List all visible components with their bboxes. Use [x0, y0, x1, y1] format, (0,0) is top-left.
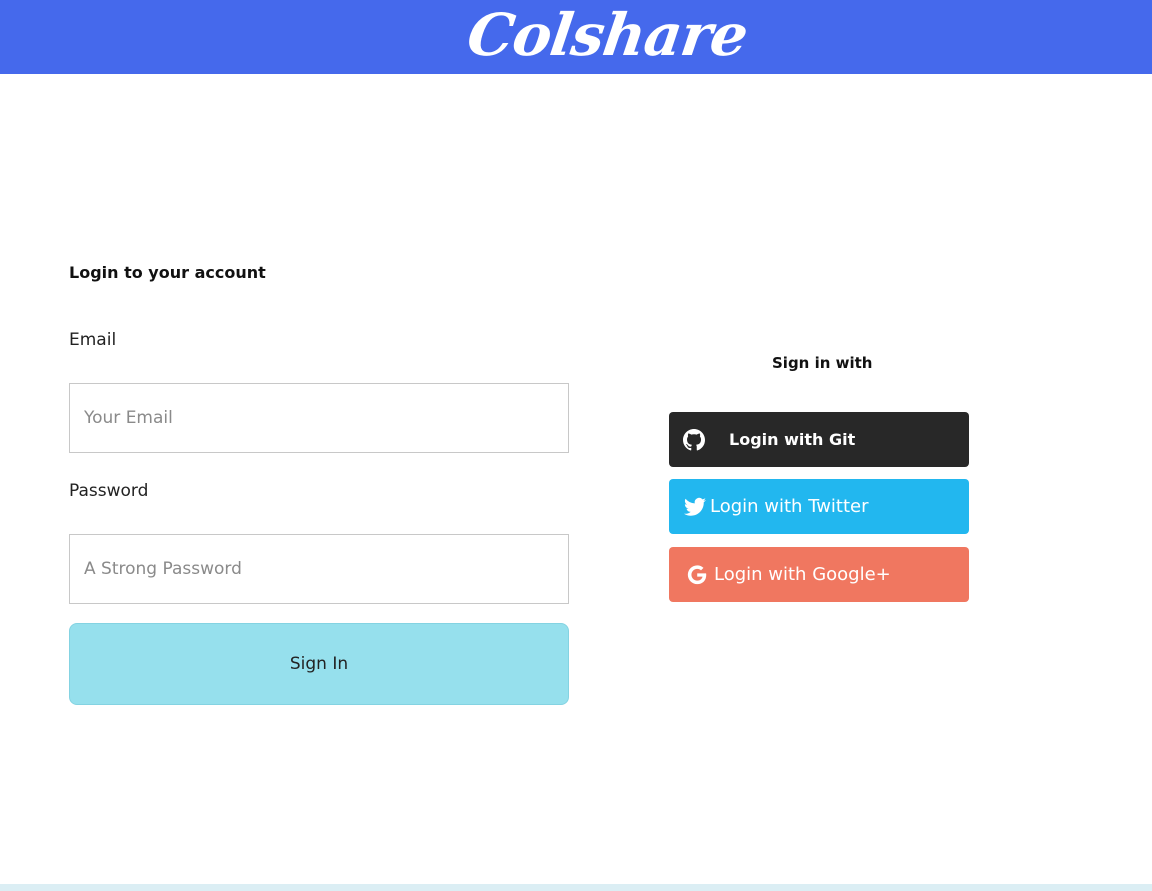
bottom-strip — [0, 884, 1152, 891]
login-with-twitter-button[interactable]: Login with Twitter — [669, 479, 969, 534]
login-with-google-button[interactable]: Login with Google+ — [669, 547, 969, 602]
password-field[interactable] — [69, 534, 569, 604]
login-title: Login to your account — [69, 263, 266, 282]
login-with-twitter-label: Login with Twitter — [710, 496, 869, 517]
top-bar: Colshare — [0, 0, 1152, 74]
google-icon — [685, 563, 709, 587]
sign-in-button[interactable]: Sign In — [69, 623, 569, 705]
twitter-icon — [683, 495, 707, 519]
email-field[interactable] — [69, 383, 569, 453]
login-with-google-label: Login with Google+ — [714, 564, 891, 585]
login-with-git-button[interactable]: Login with Git — [669, 412, 969, 467]
github-icon — [682, 428, 706, 452]
email-label: Email — [69, 330, 117, 350]
brand-logo[interactable]: Colshare — [463, 0, 752, 72]
login-with-git-label: Login with Git — [729, 430, 856, 449]
password-label: Password — [69, 481, 149, 501]
sign-in-with-heading: Sign in with — [772, 354, 873, 372]
